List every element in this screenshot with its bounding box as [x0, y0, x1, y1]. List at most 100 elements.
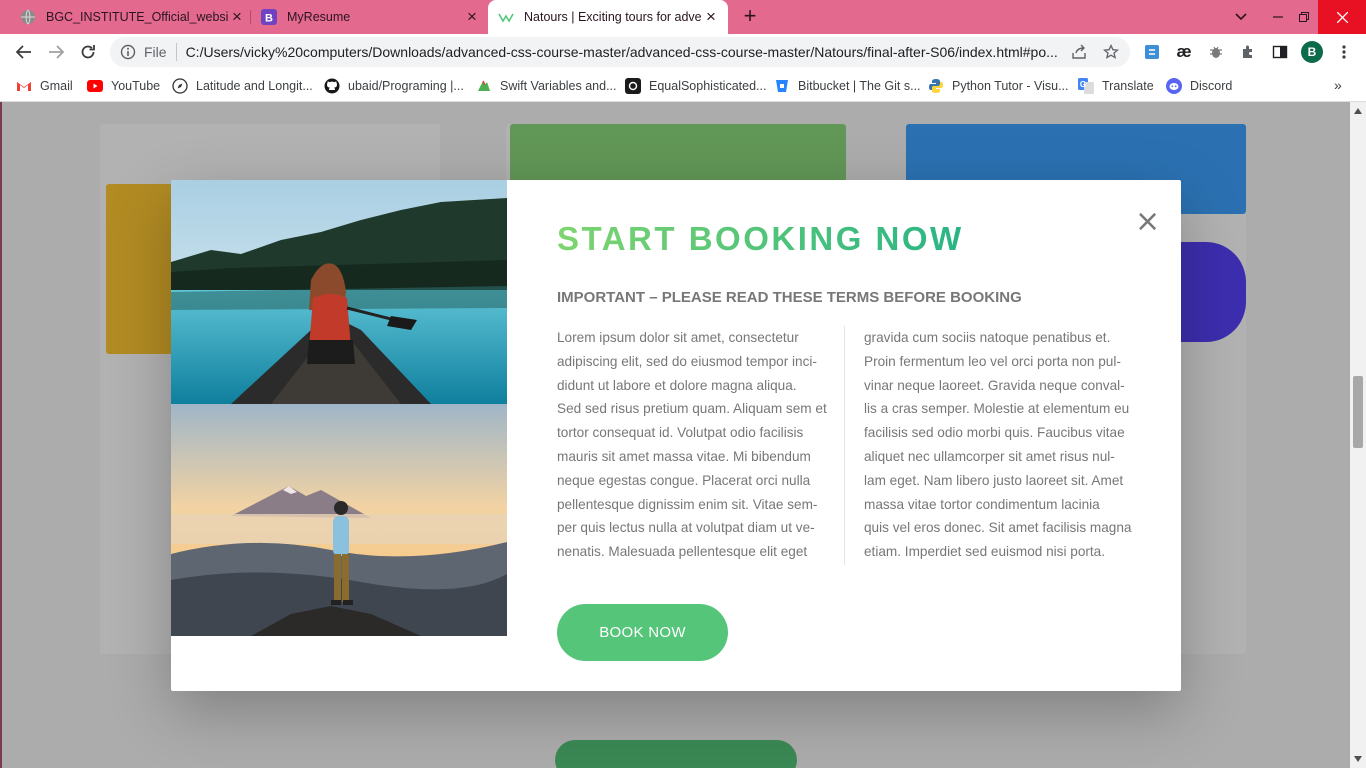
bookmark-label: Swift Variables and... [500, 79, 617, 93]
terms-line: lam eget. Nam libero justo laoreet sit. … [864, 472, 1124, 488]
scheme-label: File [144, 44, 167, 60]
svg-text:G: G [1080, 80, 1086, 89]
terms-line: vinar neque laoreet. Gravida neque conva… [864, 377, 1125, 393]
popup-subheading: IMPORTANT – PLEASE READ THESE TERMS BEFO… [557, 289, 1022, 306]
bookmark-gmail[interactable]: Gmail [16, 76, 73, 96]
back-icon[interactable] [10, 38, 38, 66]
popup-image-hiker [171, 404, 507, 636]
terms-line: tortor consequat id. Volutpat odio facil… [557, 425, 804, 441]
terms-line: massa vitae tortor condimentum lacinia [864, 496, 1100, 512]
column-divider [844, 326, 845, 565]
tab-title: BGC_INSTITUTE_Official_website [46, 10, 228, 24]
bookmark-replit[interactable]: EqualSophisticated... [625, 76, 766, 96]
terms-line: nenatis. Malesuada pellentesque elit ege… [557, 544, 808, 560]
extension-sync-icon[interactable] [1142, 42, 1162, 62]
bookmark-label: Bitbucket | The Git s... [798, 79, 921, 93]
terms-line: facilisis sed odio morbi quis. Faucibus … [864, 425, 1125, 441]
tab-title: Natours | Exciting tours for adver [524, 10, 702, 24]
bookmark-youtube[interactable]: YouTube [87, 76, 160, 96]
terms-line: gravida cum sociis natoque penatibus et. [864, 330, 1111, 345]
bookmarks-overflow-button[interactable]: » [1334, 77, 1342, 93]
gmail-icon [16, 78, 32, 94]
terms-line: didunt ut labore et dolore magna aliqua. [557, 377, 797, 393]
address-bar[interactable]: File C:/Users/vicky%20computers/Download… [110, 37, 1130, 67]
terms-column-right: gravida cum sociis natoque penatibus et.… [864, 326, 1134, 564]
youtube-icon [87, 78, 103, 94]
extensions-puzzle-icon[interactable] [1238, 42, 1258, 62]
close-tab-icon[interactable]: × [702, 7, 720, 26]
bookmark-latitude[interactable]: Latitude and Longit... [172, 76, 313, 96]
browser-toolbar: File C:/Users/vicky%20computers/Download… [0, 34, 1366, 71]
bookmarks-bar: Gmail YouTube Latitude and Longit... uba… [0, 71, 1366, 102]
side-panel-icon[interactable] [1270, 42, 1290, 62]
tab-title: MyResume [287, 10, 351, 24]
bookmark-label: Latitude and Longit... [196, 79, 313, 93]
svg-text:B: B [265, 13, 273, 25]
terms-line: adipiscing elit, sed do eiusmod tempor i… [557, 353, 817, 369]
omnibox-divider [175, 43, 177, 61]
bookmark-github[interactable]: ubaid/Programing |... [324, 76, 464, 96]
bookmark-label: Python Tutor - Visu... [952, 79, 1069, 93]
terms-line: aliquet nec ullamcorper sit amet risus n… [864, 448, 1115, 464]
page-scrollbar[interactable] [1350, 102, 1366, 768]
popup-image-canoe [171, 180, 507, 404]
terms-line: etiam. Imperdiet sed euismod nisi porta. [864, 544, 1106, 560]
minimize-icon[interactable] [1266, 0, 1290, 34]
discord-icon [1166, 78, 1182, 94]
bookmark-bitbucket[interactable]: Bitbucket | The Git s... [774, 76, 921, 96]
ae-extension-icon[interactable]: æ [1174, 42, 1194, 62]
tab-bgc-institute[interactable]: BGC_INSTITUTE_Official_website × [20, 0, 246, 34]
close-window-icon[interactable] [1318, 0, 1366, 34]
url-text[interactable]: C:/Users/vicky%20computers/Downloads/adv… [186, 44, 1061, 60]
bug-extension-icon[interactable] [1206, 42, 1226, 62]
bookmark-python-tutor[interactable]: Python Tutor - Visu... [928, 76, 1069, 96]
globe-icon [20, 9, 36, 25]
bitbucket-icon [774, 78, 790, 94]
bookmark-discord[interactable]: Discord [1166, 76, 1232, 96]
compass-icon [172, 78, 188, 94]
bookmark-star-icon[interactable] [1102, 43, 1120, 61]
tab-divider [250, 10, 251, 24]
swift-icon [476, 78, 492, 94]
tab-myresume[interactable]: B MyResume × [261, 0, 481, 34]
close-tab-icon[interactable]: × [228, 7, 246, 26]
terms-line: lis a cras semper. Molestie at elementum… [864, 401, 1130, 417]
replit-icon [625, 78, 641, 94]
menu-kebab-icon[interactable] [1334, 42, 1354, 62]
terms-line: neque egestas congue. Placerat orci null… [557, 472, 811, 488]
terms-line: Lorem ipsum dolor sit amet, consectetur [557, 330, 799, 345]
share-icon[interactable] [1070, 43, 1088, 61]
bootstrap-icon: B [261, 9, 277, 25]
bookmark-label: EqualSophisticated... [649, 79, 767, 93]
scrollbar-thumb[interactable] [1353, 376, 1363, 448]
info-icon[interactable] [120, 44, 136, 60]
profile-avatar[interactable]: B [1301, 41, 1323, 63]
github-icon [324, 78, 340, 94]
bookmark-swift[interactable]: Swift Variables and... [476, 76, 617, 96]
scroll-down-icon[interactable] [1354, 756, 1362, 762]
terms-line: Proin fermentum leo vel orci porta non p… [864, 353, 1121, 369]
bookmark-label: Gmail [40, 79, 73, 93]
close-popup-icon[interactable]: × [1135, 207, 1160, 237]
popup-heading: START BOOKING NOW [557, 220, 964, 257]
scroll-up-icon[interactable] [1354, 108, 1362, 114]
python-icon [928, 78, 944, 94]
reload-icon[interactable] [74, 38, 102, 66]
translate-icon: G [1078, 78, 1094, 94]
terms-line: per quis lectus nulla at volutpat diam u… [557, 520, 815, 536]
forward-icon[interactable] [42, 38, 70, 66]
booking-popup: × START BOOKING NOW IMPORTANT – PLEASE R… [171, 180, 1181, 691]
close-tab-icon[interactable]: × [463, 7, 481, 26]
terms-line: mauris sit amet massa vitae. Mi bibendum [557, 448, 811, 464]
bookmark-label: ubaid/Programing |... [348, 79, 464, 93]
new-tab-button[interactable]: + [738, 4, 762, 28]
terms-column-left: Lorem ipsum dolor sit amet, consectetur … [557, 326, 827, 564]
tab-natours[interactable]: Natours | Exciting tours for adver × [488, 0, 728, 34]
tab-search-chevron-icon[interactable] [1229, 0, 1253, 34]
book-now-button[interactable]: BOOK NOW [557, 604, 728, 661]
terms-line: pellentesque dignissim enim sit. Vitae s… [557, 496, 818, 512]
restore-icon[interactable] [1292, 0, 1316, 34]
terms-line: Sed sed risus pretium quam. Aliquam sem … [557, 401, 827, 417]
bookmark-translate[interactable]: G Translate [1078, 76, 1154, 96]
terms-line: quis vel eros donec. Sit amet facilisis … [864, 520, 1132, 536]
